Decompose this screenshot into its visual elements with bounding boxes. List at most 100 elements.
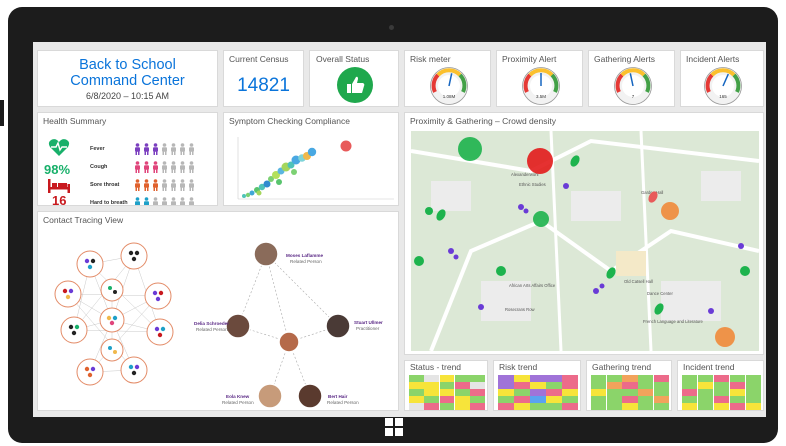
gauge-value: 3.5M	[535, 94, 545, 99]
trend-label: Status - trend	[410, 362, 462, 372]
trend-panel-3[interactable]: Gathering trend	[586, 360, 672, 411]
compliance-scatter-chart	[237, 137, 394, 200]
person-name-3: Stuart Ullmer	[354, 320, 383, 325]
heatmap-cell	[622, 396, 638, 403]
heatmap-cell	[697, 403, 714, 410]
heatmap-cell	[606, 382, 622, 389]
census-label: Current Census	[229, 54, 289, 64]
person-role-2: Related Person	[196, 327, 228, 332]
heatmap-cell	[697, 375, 714, 382]
heatmap-cell	[697, 389, 714, 396]
heatmap-cell	[745, 382, 761, 389]
trend-panel-1[interactable]: Status - trend	[404, 360, 488, 411]
heatmap-cell	[638, 382, 654, 389]
crowd-density-map[interactable]: Alexanderwohl Ethnic Studies Garden Hall…	[411, 131, 759, 351]
person-icon	[162, 161, 167, 173]
title-panel: Back to School Command Center 6/8/2020 –…	[37, 50, 218, 107]
heatmap-cell	[470, 396, 485, 403]
compliance-panel[interactable]: Symptom Checking Compliance	[223, 112, 399, 206]
camera-icon	[389, 25, 394, 30]
heatmap-cell	[729, 375, 746, 382]
person-icon	[180, 197, 185, 205]
meter-panel-4[interactable]: Incident Alerts 165	[680, 50, 764, 107]
heatmap-cell	[454, 403, 470, 410]
heatmap-cell	[729, 382, 746, 389]
person-name-2: Delia Schroeder	[194, 321, 229, 326]
gauge-icon: 165	[704, 67, 742, 105]
title-line2: Command Center	[70, 73, 185, 89]
heatmap-cell	[591, 403, 607, 410]
person-role-3: Practitioner	[356, 326, 380, 331]
heatmap-cell	[409, 382, 424, 389]
heatmap-cell	[546, 389, 562, 396]
trend-panel-2[interactable]: Risk trend	[493, 360, 581, 411]
contact-tracing-panel[interactable]: Contact Tracing View Moses Laflamme Rela…	[37, 211, 399, 411]
person-icon	[153, 179, 158, 191]
heatmap-cell	[591, 375, 607, 382]
map-label-7: Dance Center	[647, 291, 673, 296]
heatmap-cell	[470, 403, 485, 410]
heatmap-cell	[546, 382, 562, 389]
heatmap-cell	[454, 396, 470, 403]
heatmap-cell	[546, 396, 562, 403]
heatmap-cell	[454, 389, 470, 396]
heatmap-cell	[514, 382, 530, 389]
windows-logo-icon[interactable]	[385, 418, 403, 436]
trend-label: Incident trend	[683, 362, 735, 372]
health-row[interactable]: Hard to breath	[90, 196, 215, 205]
status-label: Overall Status	[316, 54, 370, 64]
trend-heatmap	[498, 375, 578, 410]
person-name-1: Moses Laflamme	[286, 253, 323, 258]
trend-label: Risk trend	[499, 362, 538, 372]
health-row[interactable]: Cough	[90, 160, 215, 174]
health-summary-panel[interactable]: Health Summary 98% 16 Fever Cough Sore thr…	[37, 112, 218, 206]
heatmap-cell	[622, 382, 638, 389]
health-row[interactable]: Sore throat	[90, 178, 215, 192]
meter-label: Proximity Alert	[502, 54, 557, 64]
person-icon	[144, 161, 149, 173]
crowd-density-map-panel[interactable]: Proximity & Gathering – Crowd density Al…	[404, 112, 764, 355]
person-icon	[135, 143, 140, 155]
heatmap-cell	[562, 382, 578, 389]
map-title: Proximity & Gathering – Crowd density	[410, 116, 556, 126]
map-label-2: Ethnic Studies	[519, 182, 546, 187]
heatmap-cell	[470, 389, 485, 396]
heatmap-cell	[530, 403, 546, 410]
heatmap-cell	[729, 396, 746, 403]
heatmap-cell	[470, 375, 485, 382]
heatmap-cell	[562, 375, 578, 382]
trend-panel-4[interactable]: Incident trend	[677, 360, 764, 411]
person-icon	[171, 143, 176, 155]
meter-panel-3[interactable]: Gathering Alerts 7	[588, 50, 675, 107]
heatmap-cell	[498, 403, 514, 410]
gauge-icon: 7	[613, 67, 652, 105]
person-icon	[171, 179, 176, 191]
health-row[interactable]: Fever	[90, 142, 215, 156]
census-panel[interactable]: Current Census 14821	[223, 50, 304, 107]
heatmap-cell	[682, 396, 698, 403]
heatmap-cell	[470, 382, 485, 389]
meter-panel-2[interactable]: Proximity Alert 3.5M	[496, 50, 583, 107]
heatmap-cell	[439, 396, 455, 403]
person-icon	[135, 197, 140, 205]
person-icon	[135, 179, 140, 191]
meter-panel-1[interactable]: Risk meter 1.08M	[404, 50, 491, 107]
person-role-1: Related Person	[290, 259, 322, 264]
heatmap-cell	[653, 396, 669, 403]
contact-network-graph[interactable]: Moses Laflamme Related Person Delia Schr…	[38, 224, 399, 411]
person-icon	[162, 197, 167, 205]
heatmap-cell	[409, 389, 424, 396]
heatmap-cell	[562, 403, 578, 410]
map-label-8: French Language and Literature	[643, 319, 704, 324]
heatmap-cell	[606, 403, 622, 410]
heatmap-cell	[638, 403, 654, 410]
trend-heatmap	[591, 375, 669, 410]
heatmap-cell	[622, 389, 638, 396]
person-role-5: Related Person	[327, 400, 359, 405]
person-icon	[171, 161, 176, 173]
heatmap-cell	[546, 403, 562, 410]
person-name-5: Bert Hair	[328, 394, 348, 399]
status-panel[interactable]: Overall Status	[309, 50, 399, 107]
person-icon	[180, 161, 185, 173]
gauge-value: 165	[719, 94, 727, 99]
